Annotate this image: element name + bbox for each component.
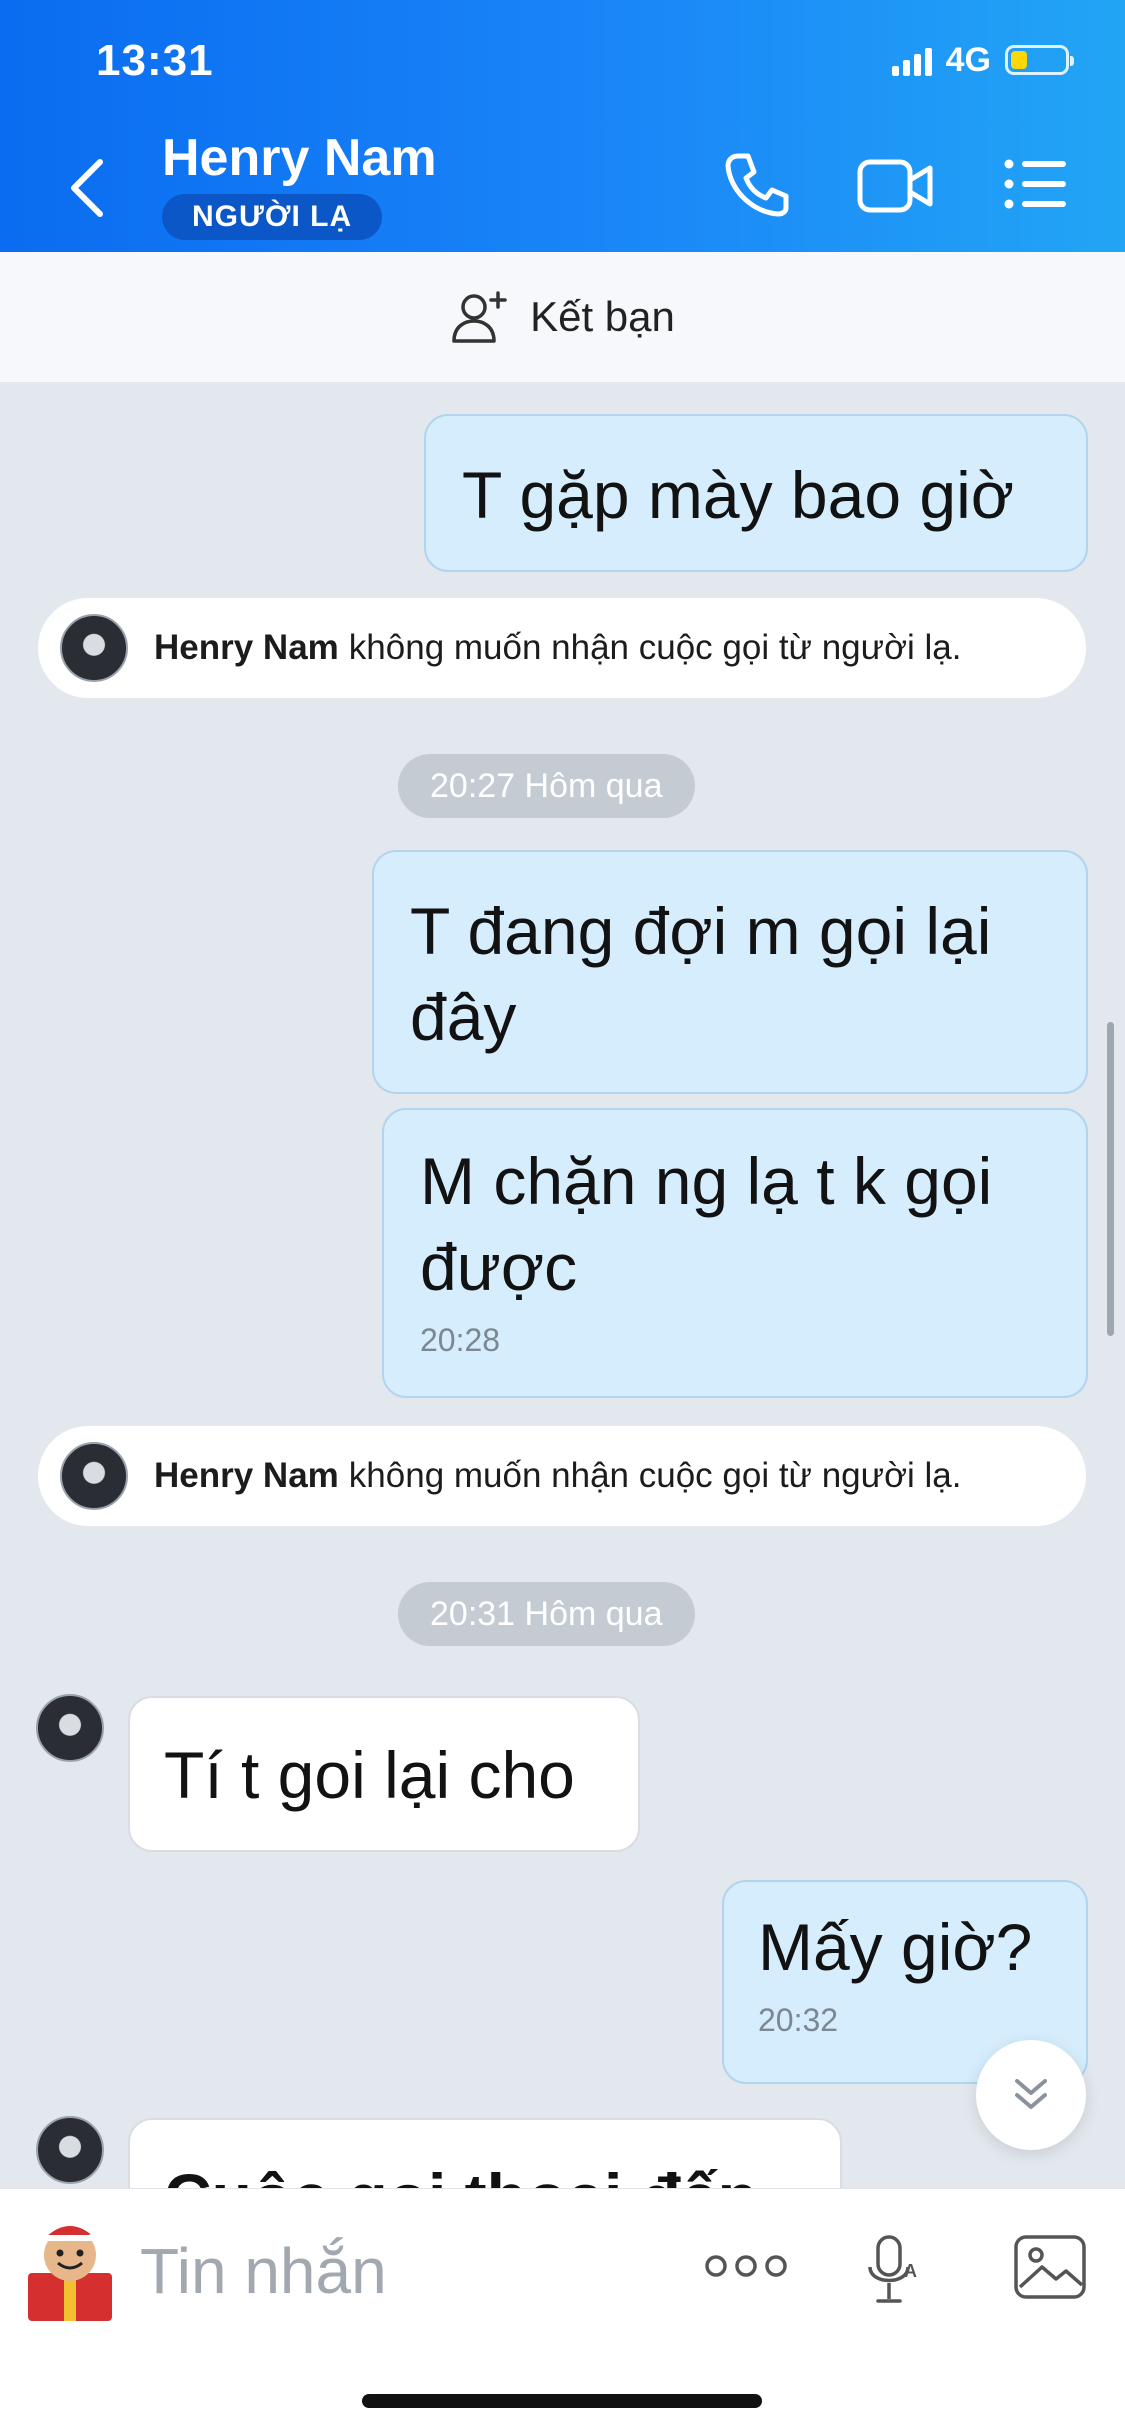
- message-text: Mấy giờ?: [758, 1910, 1033, 1984]
- notice-contact-name: Henry Nam: [154, 1456, 339, 1495]
- message-time: 20:28: [420, 1322, 501, 1358]
- contact-name[interactable]: Henry Nam: [162, 128, 437, 188]
- more-dots-icon[interactable]: [704, 2251, 788, 2281]
- timestamp-divider: 20:31 Hôm qua: [398, 1582, 695, 1646]
- phone-icon[interactable]: [724, 150, 790, 220]
- notice-text: không muốn nhận cuộc gọi từ người lạ.: [348, 628, 962, 667]
- avatar[interactable]: [60, 614, 128, 682]
- incoming-message[interactable]: Tí t goi lại cho: [128, 1696, 640, 1852]
- system-notice: Henry Nam không muốn nhận cuộc gọi từ ng…: [38, 598, 1086, 698]
- outgoing-message[interactable]: T đang đợi m gọi lại đây: [372, 850, 1088, 1094]
- timestamp-divider: 20:27 Hôm qua: [398, 754, 695, 818]
- list-menu-icon[interactable]: [1004, 158, 1066, 210]
- scroll-to-bottom-button[interactable]: [976, 2040, 1086, 2150]
- signal-icon: [891, 44, 932, 76]
- message-text: T gặp mày bao giờ: [462, 458, 1015, 532]
- message-text: Tí t goi lại cho: [164, 1738, 575, 1812]
- message-text: M chặn ng lạ t k gọi được: [420, 1144, 993, 1304]
- chevron-left-icon: [71, 159, 103, 217]
- home-indicator[interactable]: [362, 2394, 762, 2408]
- back-button[interactable]: [60, 152, 116, 224]
- incoming-message[interactable]: Cuộc gọi thoại đến: [128, 2118, 842, 2188]
- image-icon[interactable]: [1012, 2233, 1088, 2301]
- message-text: Cuộc gọi thoại đến: [164, 2160, 758, 2188]
- battery-icon: [1005, 45, 1074, 75]
- avatar[interactable]: [36, 2116, 104, 2184]
- message-time: 20:32: [758, 2002, 839, 2038]
- message-input[interactable]: [140, 2225, 660, 2317]
- status-time: 13:31: [96, 36, 214, 85]
- avatar[interactable]: [36, 1694, 104, 1762]
- add-friend-button[interactable]: Kết bạn: [0, 252, 1125, 382]
- message-text: T đang đợi m gọi lại đây: [410, 894, 992, 1054]
- double-chevron-down-icon: [1015, 2079, 1047, 2109]
- video-camera-icon[interactable]: [856, 156, 934, 216]
- mic-icon[interactable]: A: [862, 2233, 922, 2309]
- outgoing-message[interactable]: T gặp mày bao giờ: [424, 414, 1088, 572]
- add-person-icon: [452, 291, 507, 343]
- sticker-icon[interactable]: [18, 2215, 122, 2325]
- stranger-badge: NGƯỜI LẠ: [162, 194, 383, 240]
- svg-text:A: A: [904, 2261, 917, 2281]
- status-indicators: 4G: [891, 40, 1074, 80]
- outgoing-message[interactable]: M chặn ng lạ t k gọi được 20:28: [382, 1108, 1088, 1398]
- notice-contact-name: Henry Nam: [154, 628, 339, 667]
- network-type: 4G: [945, 40, 991, 79]
- avatar[interactable]: [60, 1442, 128, 1510]
- message-list[interactable]: T gặp mày bao giờ Henry Nam không muốn n…: [0, 382, 1125, 2188]
- scrollbar[interactable]: [1107, 1022, 1114, 1336]
- add-friend-label: Kết bạn: [530, 293, 675, 340]
- notice-text: không muốn nhận cuộc gọi từ người lạ.: [348, 1456, 962, 1495]
- system-notice: Henry Nam không muốn nhận cuộc gọi từ ng…: [38, 1426, 1086, 1526]
- chat-header: 13:31 4G Henry Nam NGƯỜI LẠ: [0, 0, 1125, 252]
